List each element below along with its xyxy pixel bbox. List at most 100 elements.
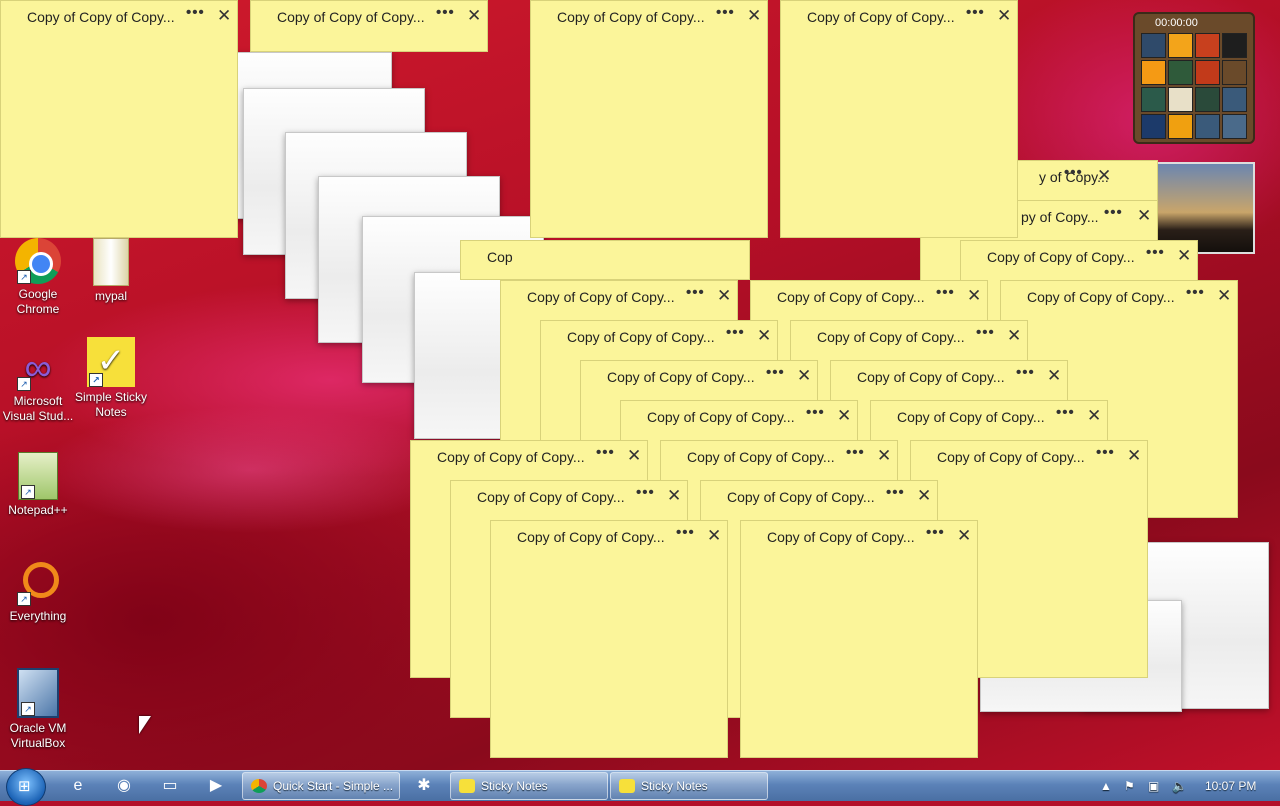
note-menu-icon[interactable]: ••• xyxy=(846,444,865,461)
note-close-icon[interactable]: ✕ xyxy=(1007,326,1021,346)
note-title: Copy of Copy of Copy... xyxy=(27,9,175,25)
note-menu-icon[interactable]: ••• xyxy=(886,484,905,501)
sticky-note[interactable]: Copy of Copy of Copy... ••• ✕ xyxy=(0,0,238,238)
note-menu-icon[interactable]: ••• xyxy=(1064,164,1083,181)
desktop-icon-google-chrome[interactable]: ↗ Google Chrome xyxy=(0,238,76,317)
note-title: Copy of Copy of Copy... xyxy=(727,489,875,505)
note-title: Copy of Copy of Copy... xyxy=(897,409,1045,425)
note-menu-icon[interactable]: ••• xyxy=(716,4,735,21)
desktop: ↗ Google Chrome mypal ∞ ↗ Microsoft Visu… xyxy=(0,0,1280,770)
system-clock[interactable]: 10:07 PM xyxy=(1205,771,1256,801)
note-menu-icon[interactable]: ••• xyxy=(1056,404,1075,421)
start-button[interactable]: ⊞ xyxy=(6,768,46,806)
note-title: Copy of Copy of Copy... xyxy=(767,529,915,545)
note-menu-icon[interactable]: ••• xyxy=(766,364,785,381)
note-close-icon[interactable]: ✕ xyxy=(217,6,231,26)
note-title: Copy of Copy of Copy... xyxy=(437,449,585,465)
show-hidden-icons-button[interactable]: ▲ xyxy=(1100,771,1112,801)
taskbar-button-chrome[interactable]: Quick Start - Simple ... xyxy=(242,772,400,800)
note-close-icon[interactable]: ✕ xyxy=(1097,166,1111,186)
desktop-icon-mypal[interactable]: mypal xyxy=(73,238,149,304)
puzzle-grid[interactable] xyxy=(1141,33,1253,139)
note-close-icon[interactable]: ✕ xyxy=(1177,246,1191,266)
note-menu-icon[interactable]: ••• xyxy=(636,484,655,501)
note-close-icon[interactable]: ✕ xyxy=(707,526,721,546)
visual-studio-icon: ∞ ↗ xyxy=(15,345,61,391)
note-menu-icon[interactable]: ••• xyxy=(966,4,985,21)
note-menu-icon[interactable]: ••• xyxy=(806,404,825,421)
note-menu-icon[interactable]: ••• xyxy=(1016,364,1035,381)
desktop-icon-everything[interactable]: ↗ Everything xyxy=(0,560,76,624)
sticky-note[interactable]: Copy of Copy of Copy... ••• ✕ xyxy=(530,0,768,238)
media-player-icon[interactable]: ▶ xyxy=(198,774,234,798)
windows-logo-icon: ⊞ xyxy=(18,778,31,795)
sticky-note[interactable]: Copy of Copy of Copy... ••• ✕ xyxy=(250,0,488,52)
note-menu-icon[interactable]: ••• xyxy=(726,324,745,341)
chrome-icon: ↗ xyxy=(15,238,61,284)
sticky-note[interactable]: Copy of Copy of Copy... ••• ✕ xyxy=(490,520,728,758)
note-menu-icon[interactable]: ••• xyxy=(1146,244,1165,261)
note-close-icon[interactable]: ✕ xyxy=(1137,206,1151,226)
note-title: Copy of Copy of Copy... xyxy=(687,449,835,465)
note-title: Copy of Copy of Copy... xyxy=(477,489,625,505)
desktop-icon-simple-sticky-notes[interactable]: ✓ ↗ Simple Sticky Notes xyxy=(73,337,149,420)
taskbar-button-label: Sticky Notes xyxy=(481,779,548,793)
gadget-timer: 00:00:00 xyxy=(1155,17,1198,29)
desktop-icon-virtualbox[interactable]: ↗ Oracle VM VirtualBox xyxy=(0,668,76,751)
note-close-icon[interactable]: ✕ xyxy=(957,526,971,546)
note-close-icon[interactable]: ✕ xyxy=(747,6,761,26)
puzzle-gadget[interactable]: 00:00:00 xyxy=(1133,12,1255,144)
firefox-icon[interactable]: ◉ xyxy=(106,774,142,798)
note-title: Copy of Copy of Copy... xyxy=(607,369,755,385)
taskbar-button-sticky-notes[interactable]: Sticky Notes xyxy=(610,772,768,800)
note-title: Copy of Copy of Copy... xyxy=(517,529,665,545)
note-close-icon[interactable]: ✕ xyxy=(1127,446,1141,466)
shortcut-arrow-icon: ↗ xyxy=(21,702,35,716)
note-close-icon[interactable]: ✕ xyxy=(877,446,891,466)
internet-explorer-icon[interactable]: e xyxy=(60,774,96,798)
note-close-icon[interactable]: ✕ xyxy=(667,486,681,506)
note-menu-icon[interactable]: ••• xyxy=(596,444,615,461)
note-close-icon[interactable]: ✕ xyxy=(467,6,481,26)
note-menu-icon[interactable]: ••• xyxy=(1096,444,1115,461)
note-menu-icon[interactable]: ••• xyxy=(976,324,995,341)
desktop-icon-visual-studio[interactable]: ∞ ↗ Microsoft Visual Stud... xyxy=(0,345,76,424)
virtualbox-icon: ↗ xyxy=(17,668,59,718)
note-menu-icon[interactable]: ••• xyxy=(1104,204,1123,221)
note-menu-icon[interactable]: ••• xyxy=(186,4,205,21)
note-menu-icon[interactable]: ••• xyxy=(936,284,955,301)
sticky-note[interactable]: Copy of Copy of Copy... ••• ✕ xyxy=(740,520,978,758)
note-close-icon[interactable]: ✕ xyxy=(997,6,1011,26)
note-close-icon[interactable]: ✕ xyxy=(627,446,641,466)
note-title: Copy of Copy of Copy... xyxy=(937,449,1085,465)
network-icon[interactable]: ▣ xyxy=(1148,771,1159,801)
shortcut-arrow-icon: ↗ xyxy=(17,270,31,284)
note-close-icon[interactable]: ✕ xyxy=(837,406,851,426)
note-close-icon[interactable]: ✕ xyxy=(797,366,811,386)
note-close-icon[interactable]: ✕ xyxy=(1087,406,1101,426)
note-close-icon[interactable]: ✕ xyxy=(917,486,931,506)
note-close-icon[interactable]: ✕ xyxy=(1047,366,1061,386)
note-menu-icon[interactable]: ••• xyxy=(926,524,945,541)
desktop-icon-notepadpp[interactable]: ↗ Notepad++ xyxy=(0,452,76,518)
desktop-icon-label: Simple Sticky Notes xyxy=(74,390,148,419)
desktop-icon-label: Notepad++ xyxy=(8,503,68,517)
app-bug-icon[interactable]: ✱ xyxy=(406,774,442,798)
sticky-note[interactable]: Cop xyxy=(460,240,750,280)
note-close-icon[interactable]: ✕ xyxy=(967,286,981,306)
action-center-flag-icon[interactable]: ⚑ xyxy=(1124,771,1135,801)
sticky-note[interactable]: Copy of Copy of Copy... ••• ✕ xyxy=(780,0,1018,238)
note-menu-icon[interactable]: ••• xyxy=(436,4,455,21)
note-menu-icon[interactable]: ••• xyxy=(686,284,705,301)
note-menu-icon[interactable]: ••• xyxy=(676,524,695,541)
note-title: Cop xyxy=(487,249,513,265)
volume-muted-icon[interactable]: 🔈 xyxy=(1172,771,1187,801)
taskbar-button-sticky-notes[interactable]: Sticky Notes xyxy=(450,772,608,800)
desktop-icon-label: Microsoft Visual Stud... xyxy=(2,394,74,423)
note-menu-icon[interactable]: ••• xyxy=(1186,284,1205,301)
file-explorer-icon[interactable]: ▭ xyxy=(152,774,188,798)
note-close-icon[interactable]: ✕ xyxy=(717,286,731,306)
note-close-icon[interactable]: ✕ xyxy=(1217,286,1231,306)
shortcut-arrow-icon: ↗ xyxy=(89,373,103,387)
note-close-icon[interactable]: ✕ xyxy=(757,326,771,346)
